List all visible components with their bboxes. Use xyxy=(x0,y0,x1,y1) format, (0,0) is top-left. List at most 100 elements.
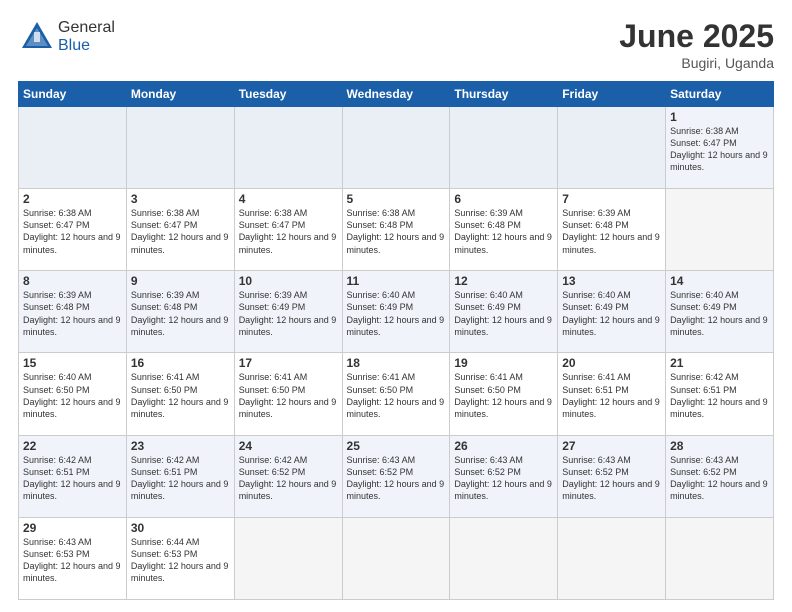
col-tuesday: Tuesday xyxy=(234,82,342,107)
table-cell: 30Sunrise: 6:44 AMSunset: 6:53 PMDayligh… xyxy=(126,517,234,599)
table-cell: 13Sunrise: 6:40 AMSunset: 6:49 PMDayligh… xyxy=(558,271,666,353)
table-cell: 29Sunrise: 6:43 AMSunset: 6:53 PMDayligh… xyxy=(19,517,127,599)
calendar-week-row: 22 Sunrise: 6:42 AMSunset: 6:51 PMDayligh… xyxy=(19,435,774,517)
day-info: Sunrise: 6:38 AMSunset: 6:47 PMDaylight:… xyxy=(23,207,122,256)
table-cell: 20Sunrise: 6:41 AMSunset: 6:51 PMDayligh… xyxy=(558,353,666,435)
day-number: 12 xyxy=(454,274,553,288)
title-location: Bugiri, Uganda xyxy=(619,55,774,71)
col-friday: Friday xyxy=(558,82,666,107)
table-cell xyxy=(558,517,666,599)
calendar-week-row: 29Sunrise: 6:43 AMSunset: 6:53 PMDayligh… xyxy=(19,517,774,599)
day-number: 29 xyxy=(23,521,122,535)
day-number: 18 xyxy=(347,356,446,370)
day-info: Sunrise: 6:38 AMSunset: 6:48 PMDaylight:… xyxy=(347,207,446,256)
table-cell xyxy=(450,107,558,189)
day-number: 22 xyxy=(23,439,122,453)
day-number: 3 xyxy=(131,192,230,206)
day-number: 8 xyxy=(23,274,122,288)
day-info: Sunrise: 6:38 AMSunset: 6:47 PMDaylight:… xyxy=(670,125,769,174)
day-number: 28 xyxy=(670,439,769,453)
day-number: 2 xyxy=(23,192,122,206)
calendar-header-row: Sunday Monday Tuesday Wednesday Thursday… xyxy=(19,82,774,107)
logo-general: General xyxy=(58,19,115,36)
title-month: June 2025 xyxy=(619,18,774,55)
day-number: 13 xyxy=(562,274,661,288)
table-cell: 7Sunrise: 6:39 AMSunset: 6:48 PMDaylight… xyxy=(558,189,666,271)
day-info: Sunrise: 6:41 AMSunset: 6:50 PMDaylight:… xyxy=(347,371,446,420)
table-cell: 16Sunrise: 6:41 AMSunset: 6:50 PMDayligh… xyxy=(126,353,234,435)
table-cell: 10Sunrise: 6:39 AMSunset: 6:49 PMDayligh… xyxy=(234,271,342,353)
day-number: 11 xyxy=(347,274,446,288)
day-info: Sunrise: 6:42 AMSunset: 6:52 PMDaylight:… xyxy=(239,454,338,503)
table-cell xyxy=(450,517,558,599)
table-cell: 14Sunrise: 6:40 AMSunset: 6:49 PMDayligh… xyxy=(666,271,774,353)
calendar-week-row: 15Sunrise: 6:40 AMSunset: 6:50 PMDayligh… xyxy=(19,353,774,435)
table-cell: 5Sunrise: 6:38 AMSunset: 6:48 PMDaylight… xyxy=(342,189,450,271)
day-number: 25 xyxy=(347,439,446,453)
table-cell: 26Sunrise: 6:43 AMSunset: 6:52 PMDayligh… xyxy=(450,435,558,517)
table-cell-empty xyxy=(666,189,774,271)
table-cell xyxy=(666,517,774,599)
table-cell: 24Sunrise: 6:42 AMSunset: 6:52 PMDayligh… xyxy=(234,435,342,517)
table-cell: 23Sunrise: 6:42 AMSunset: 6:51 PMDayligh… xyxy=(126,435,234,517)
table-cell xyxy=(342,107,450,189)
day-info: Sunrise: 6:43 AMSunset: 6:52 PMDaylight:… xyxy=(562,454,661,503)
calendar-week-row: 1Sunrise: 6:38 AMSunset: 6:47 PMDaylight… xyxy=(19,107,774,189)
table-cell: 4Sunrise: 6:38 AMSunset: 6:47 PMDaylight… xyxy=(234,189,342,271)
day-number: 10 xyxy=(239,274,338,288)
day-number: 21 xyxy=(670,356,769,370)
day-info: Sunrise: 6:43 AMSunset: 6:52 PMDaylight:… xyxy=(670,454,769,503)
day-info: Sunrise: 6:43 AMSunset: 6:53 PMDaylight:… xyxy=(23,536,122,585)
table-cell: 27Sunrise: 6:43 AMSunset: 6:52 PMDayligh… xyxy=(558,435,666,517)
calendar-week-row: 2Sunrise: 6:38 AMSunset: 6:47 PMDaylight… xyxy=(19,189,774,271)
col-wednesday: Wednesday xyxy=(342,82,450,107)
day-info: Sunrise: 6:44 AMSunset: 6:53 PMDaylight:… xyxy=(131,536,230,585)
day-info: Sunrise: 6:41 AMSunset: 6:50 PMDaylight:… xyxy=(239,371,338,420)
day-info: Sunrise: 6:40 AMSunset: 6:49 PMDaylight:… xyxy=(347,289,446,338)
table-cell xyxy=(234,107,342,189)
page: General Blue June 2025 Bugiri, Uganda Su… xyxy=(0,0,792,612)
day-number: 15 xyxy=(23,356,122,370)
day-info: Sunrise: 6:39 AMSunset: 6:49 PMDaylight:… xyxy=(239,289,338,338)
col-monday: Monday xyxy=(126,82,234,107)
day-info: Sunrise: 6:38 AMSunset: 6:47 PMDaylight:… xyxy=(131,207,230,256)
day-info: Sunrise: 6:40 AMSunset: 6:50 PMDaylight:… xyxy=(23,371,122,420)
day-info: Sunrise: 6:41 AMSunset: 6:51 PMDaylight:… xyxy=(562,371,661,420)
table-cell: 15Sunrise: 6:40 AMSunset: 6:50 PMDayligh… xyxy=(19,353,127,435)
logo-icon xyxy=(18,18,56,56)
day-info: Sunrise: 6:42 AMSunset: 6:51 PMDaylight:… xyxy=(131,454,230,503)
logo-text: General Blue xyxy=(58,19,115,55)
table-cell: 28Sunrise: 6:43 AMSunset: 6:52 PMDayligh… xyxy=(666,435,774,517)
table-cell: 25Sunrise: 6:43 AMSunset: 6:52 PMDayligh… xyxy=(342,435,450,517)
day-info: Sunrise: 6:39 AMSunset: 6:48 PMDaylight:… xyxy=(562,207,661,256)
table-cell xyxy=(126,107,234,189)
day-info: Sunrise: 6:38 AMSunset: 6:47 PMDaylight:… xyxy=(239,207,338,256)
day-number: 23 xyxy=(131,439,230,453)
day-info: Sunrise: 6:43 AMSunset: 6:52 PMDaylight:… xyxy=(347,454,446,503)
table-cell xyxy=(558,107,666,189)
day-number: 14 xyxy=(670,274,769,288)
day-number: 30 xyxy=(131,521,230,535)
day-number: 17 xyxy=(239,356,338,370)
table-cell: 9Sunrise: 6:39 AMSunset: 6:48 PMDaylight… xyxy=(126,271,234,353)
day-number: 5 xyxy=(347,192,446,206)
day-number: 20 xyxy=(562,356,661,370)
logo-blue: Blue xyxy=(58,37,90,54)
day-number: 16 xyxy=(131,356,230,370)
calendar-table: Sunday Monday Tuesday Wednesday Thursday… xyxy=(18,81,774,600)
col-sunday: Sunday xyxy=(19,82,127,107)
table-cell: 21Sunrise: 6:42 AMSunset: 6:51 PMDayligh… xyxy=(666,353,774,435)
table-cell: 22Sunrise: 6:42 AMSunset: 6:51 PMDayligh… xyxy=(19,435,127,517)
col-thursday: Thursday xyxy=(450,82,558,107)
table-cell: 3Sunrise: 6:38 AMSunset: 6:47 PMDaylight… xyxy=(126,189,234,271)
day-info: Sunrise: 6:40 AMSunset: 6:49 PMDaylight:… xyxy=(562,289,661,338)
day-number: 24 xyxy=(239,439,338,453)
logo: General Blue xyxy=(18,18,115,56)
table-cell: 2Sunrise: 6:38 AMSunset: 6:47 PMDaylight… xyxy=(19,189,127,271)
col-saturday: Saturday xyxy=(666,82,774,107)
day-number: 27 xyxy=(562,439,661,453)
day-info: Sunrise: 6:39 AMSunset: 6:48 PMDaylight:… xyxy=(23,289,122,338)
day-number: 1 xyxy=(670,110,769,124)
header: General Blue June 2025 Bugiri, Uganda xyxy=(18,18,774,71)
day-info: Sunrise: 6:40 AMSunset: 6:49 PMDaylight:… xyxy=(454,289,553,338)
